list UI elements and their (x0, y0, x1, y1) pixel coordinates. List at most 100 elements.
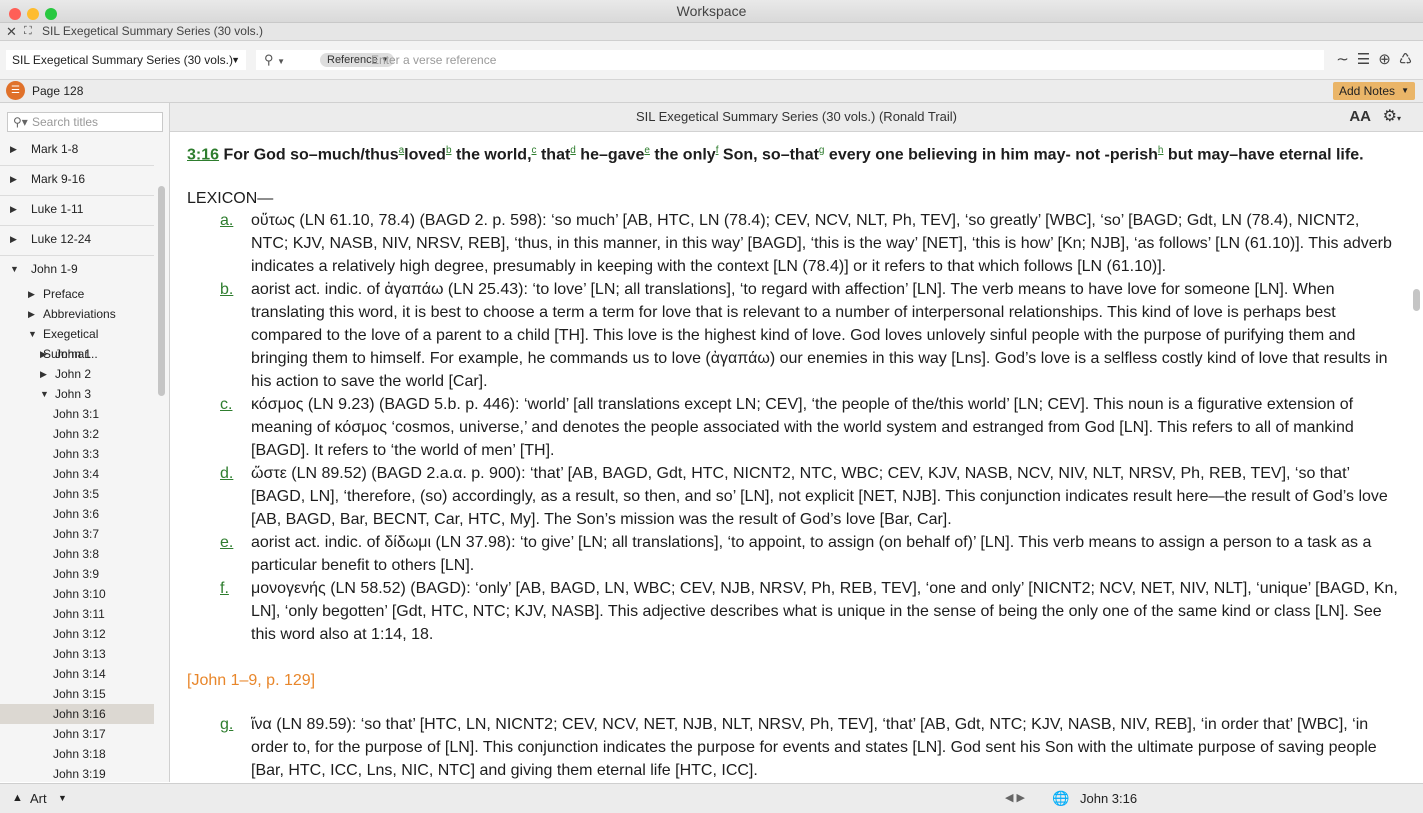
sidebar-item[interactable]: ▼ Exegetical Summar... (0, 324, 154, 361)
resource-toolbar: SIL Exegetical Summary Series (30 vols.)… (0, 41, 1423, 80)
sidebar-item[interactable]: ▶ Luke 12-24 (0, 229, 154, 249)
sidebar-item[interactable]: John 3:1 (0, 404, 154, 424)
sidebar-scrollbar[interactable] (158, 186, 165, 396)
sidebar-item[interactable]: ▶ John 1 (0, 344, 154, 364)
panel-tab-title[interactable]: SIL Exegetical Summary Series (30 vols.) (42, 23, 263, 40)
search-titles-input[interactable]: ⚲▾ Search titles (7, 112, 163, 132)
verse-segment: that (536, 146, 571, 164)
verse-segment: he–gave (575, 146, 645, 164)
sidebar-item[interactable]: John 3:15 (0, 684, 154, 704)
entry-letter-link[interactable]: c. (220, 393, 232, 416)
sidebar-item[interactable]: John 3:17 (0, 724, 154, 744)
sidebar-item[interactable]: ▶ Mark 1-8 (0, 139, 154, 159)
entry-letter-link[interactable]: f. (220, 577, 229, 600)
resource-selector-label: SIL Exegetical Summary Series (30 vols.) (12, 53, 233, 67)
sidebar-item[interactable]: John 3:8 (0, 544, 154, 564)
entry-text: aorist act. indic. of δίδωμι (LN 37.98):… (251, 534, 1372, 574)
add-icon[interactable]: ⊕ (1374, 50, 1395, 68)
chevron-down-icon[interactable]: ▼ (58, 784, 67, 813)
close-panel-icon[interactable]: ✕ (6, 23, 17, 40)
sidebar-item[interactable]: John 3:5 (0, 484, 154, 504)
entry-letter-link[interactable]: d. (220, 462, 233, 485)
panel-tab-bar: ✕ ⛶ SIL Exegetical Summary Series (30 vo… (0, 23, 1423, 41)
twisty-collapsed-icon[interactable]: ▶ (10, 139, 17, 159)
search-icon: ⚲▾ (13, 115, 28, 129)
sidebar-item[interactable]: John 3:12 (0, 624, 154, 644)
reader-scrollbar[interactable] (1413, 289, 1420, 311)
sidebar-item[interactable]: John 3:13 (0, 644, 154, 664)
twisty-collapsed-icon[interactable]: ▶ (28, 304, 35, 324)
tree-separator (0, 165, 154, 166)
sidebar-item[interactable]: ▶ Abbreviations (0, 304, 154, 324)
sidebar-item-label: Mark 9-16 (31, 172, 86, 186)
sidebar-item-label: John 3:11 (53, 607, 105, 621)
history-nav-icons[interactable]: ◀ ▶ (1005, 784, 1025, 813)
search-icon[interactable]: ⚲ ▼ (264, 50, 285, 72)
sidebar-item-label: John 3:15 (53, 687, 106, 701)
close-window-button[interactable] (9, 8, 21, 20)
verse-segment: but may–have eternal life. (1163, 146, 1364, 164)
twisty-collapsed-icon[interactable]: ▶ (10, 199, 17, 219)
verse-segment: For God so–much/thus (219, 146, 399, 164)
twisty-expanded-icon[interactable]: ▼ (40, 384, 49, 404)
twisty-collapsed-icon[interactable]: ▶ (40, 344, 47, 364)
sidebar-item-label: John 3:2 (53, 427, 100, 441)
sidebar-item[interactable]: John 3:3 (0, 444, 154, 464)
layout-name[interactable]: Art (30, 784, 47, 813)
twisty-collapsed-icon[interactable]: ▶ (10, 229, 17, 249)
twisty-expanded-icon[interactable]: ▼ (28, 324, 37, 344)
sidebar-item-label: John 3:16 (53, 707, 106, 721)
text-size-icon[interactable]: AA (1349, 103, 1371, 131)
add-notes-button[interactable]: Add Notes ▼ (1332, 82, 1415, 100)
sidebar-item-label: Mark 1-8 (31, 142, 79, 156)
entry-letter-link[interactable]: b. (220, 278, 233, 301)
resource-selector[interactable]: SIL Exegetical Summary Series (30 vols.)… (6, 50, 246, 70)
expand-panel-icon[interactable]: ⛶ (24, 23, 32, 40)
sidebar-item[interactable]: John 3:18 (0, 744, 154, 764)
gear-icon[interactable]: ⚙▾ (1383, 103, 1401, 133)
sidebar-item[interactable]: John 3:10 (0, 584, 154, 604)
sidebar-item[interactable]: John 3:11 (0, 604, 154, 624)
sidebar-item-label: John 3:14 (53, 667, 106, 681)
twisty-collapsed-icon[interactable]: ▶ (28, 284, 35, 304)
sidebar-item[interactable]: John 3:16 (0, 704, 154, 724)
sidebar-item[interactable]: John 3:6 (0, 504, 154, 524)
sidebar-item[interactable]: ▶ Preface (0, 284, 154, 304)
sidebar-item[interactable]: ▶ Mark 9-16 (0, 169, 154, 189)
sidebar-item[interactable]: John 3:19 (0, 764, 154, 782)
verse-reference-link[interactable]: 3:16 (187, 146, 219, 163)
layouts-up-icon[interactable]: ▲ (12, 784, 23, 813)
entry-letter-link[interactable]: g. (220, 713, 233, 736)
reference-search-box[interactable]: ⚲ ▼ Reference ▼ Enter a verse reference (256, 50, 1324, 70)
sidebar-item[interactable]: John 3:9 (0, 564, 154, 584)
sidebar-item[interactable]: John 3:7 (0, 524, 154, 544)
minimize-window-button[interactable] (27, 8, 39, 20)
sidebar-item-label: John 3 (55, 387, 92, 401)
globe-icon[interactable]: 🌐 (1052, 784, 1069, 813)
window-title: Workspace (676, 3, 747, 19)
zoom-window-button[interactable] (45, 8, 57, 20)
sidebar-item[interactable]: ▼ John 3 (0, 384, 154, 404)
entry-letter-link[interactable]: e. (220, 531, 233, 554)
twisty-expanded-icon[interactable]: ▼ (10, 259, 19, 279)
sidebar-item[interactable]: John 3:2 (0, 424, 154, 444)
sidebar-item-label: John 1 (55, 347, 92, 361)
tree-separator (0, 195, 154, 196)
table-of-contents-icon[interactable]: ☰ (6, 81, 25, 100)
sidebar-item[interactable]: ▶ Luke 1-11 (0, 199, 154, 219)
sidebar-item-label: John 3:12 (53, 627, 106, 641)
sidebar-item-label: John 3:1 (53, 407, 100, 421)
sidebar-item[interactable]: John 3:14 (0, 664, 154, 684)
sidebar-item[interactable]: John 3:4 (0, 464, 154, 484)
entry-letter-link[interactable]: a. (220, 209, 233, 232)
verse-segment: Son, so–that (718, 146, 819, 164)
sync-icon[interactable]: ♺ (1395, 50, 1416, 68)
twisty-collapsed-icon[interactable]: ▶ (40, 364, 47, 384)
reference-input[interactable]: Enter a verse reference (371, 50, 496, 70)
search-titles-placeholder: Search titles (32, 115, 99, 129)
sidebar-item[interactable]: ▶ John 2 (0, 364, 154, 384)
sidebar-item[interactable]: ▼ John 1-9 (0, 259, 154, 279)
parallel-resources-icon[interactable]: ∼ (1332, 50, 1353, 68)
visual-filters-icon[interactable]: ☰ (1353, 50, 1374, 68)
twisty-collapsed-icon[interactable]: ▶ (10, 169, 17, 189)
